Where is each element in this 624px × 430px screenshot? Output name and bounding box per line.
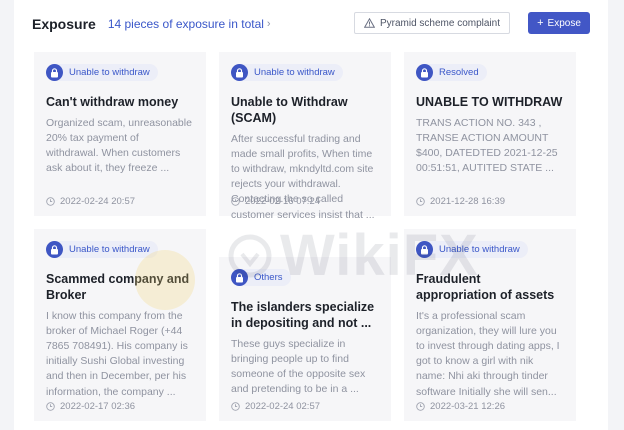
card-date-label: 2022-03-21 12:26 [430, 401, 506, 412]
card-body: It's a professional scam organization, t… [416, 309, 560, 398]
clock-icon [46, 402, 55, 411]
card-date-label: 2022-02-17 02:36 [60, 401, 136, 412]
clock-icon [46, 197, 55, 206]
lock-shield-icon [231, 64, 248, 81]
status-tag-label: Unable to withdraw [69, 244, 150, 255]
clock-icon [416, 402, 425, 411]
card-date: 2022-02-16 07:24 [231, 196, 320, 207]
card-date: 2022-02-24 20:57 [46, 196, 135, 207]
clock-icon [231, 197, 240, 206]
card-title: Can't withdraw money [46, 94, 179, 109]
status-tag: Unable to withdraw [416, 241, 528, 258]
exposure-card[interactable]: Unable to withdraw Fraudulent appropriat… [404, 229, 576, 421]
clock-icon [231, 402, 240, 411]
lock-shield-icon [416, 241, 433, 258]
expose-button-label: Expose [547, 17, 581, 29]
status-tag: Resolved [416, 64, 487, 81]
card-date-label: 2022-02-24 02:57 [245, 401, 321, 412]
exposure-header: Exposure 14 pieces of exposure in total … [32, 12, 590, 36]
lock-shield-icon [46, 64, 63, 81]
chevron-right-icon: › [266, 18, 271, 30]
card-body: TRANS ACTION NO. 343 , TRANSE ACTION AMO… [416, 116, 558, 175]
status-tag-label: Unable to withdraw [254, 67, 335, 78]
card-date: 2022-02-24 02:57 [231, 401, 320, 412]
card-body: Organized scam, unreasonable 20% tax pay… [46, 116, 192, 175]
card-title: Unable to Withdraw (SCAM) [231, 94, 348, 125]
complaint-button-label: Pyramid scheme complaint [379, 17, 500, 29]
lock-shield-icon [46, 241, 63, 258]
exposure-count-link[interactable]: 14 pieces of exposure in total › [108, 17, 271, 31]
status-tag: Others [231, 269, 291, 286]
exposure-card[interactable]: Unable to withdraw Scammed company and B… [34, 229, 206, 421]
card-title: The islanders specialize in depositing a… [231, 299, 375, 330]
plus-icon: + [537, 17, 544, 29]
section-title: Exposure [32, 16, 96, 32]
card-date: 2021-12-28 16:39 [416, 196, 505, 207]
card-body: These guys specialize in bringing people… [231, 337, 366, 396]
expose-button[interactable]: + Expose [528, 12, 590, 34]
lock-shield-icon [416, 64, 433, 81]
status-tag-label: Others [254, 272, 283, 283]
card-date-label: 2022-02-24 20:57 [60, 196, 136, 207]
status-tag: Unable to withdraw [46, 64, 158, 81]
warning-icon [363, 18, 375, 28]
card-title: Fraudulent appropriation of assets [416, 271, 555, 302]
card-title: UNABLE TO WITHDRAW [416, 94, 563, 109]
status-tag: Unable to withdraw [231, 64, 343, 81]
exposure-count-label: 14 pieces of exposure in total [107, 17, 264, 31]
card-body: After successful trading and made small … [231, 132, 375, 221]
status-tag-label: Unable to withdraw [439, 244, 520, 255]
card-date-label: 2022-02-16 07:24 [245, 196, 321, 207]
pyramid-complaint-button[interactable]: Pyramid scheme complaint [353, 12, 510, 34]
exposure-card[interactable]: Others The islanders specialize in depos… [219, 257, 391, 421]
exposure-card[interactable]: Unable to withdraw Can't withdraw money … [34, 52, 206, 216]
exposure-card[interactable]: Resolved UNABLE TO WITHDRAW TRANS ACTION… [404, 52, 576, 216]
status-tag-label: Unable to withdraw [69, 67, 150, 78]
card-date: 2022-02-17 02:36 [46, 401, 135, 412]
clock-icon [416, 197, 425, 206]
card-date: 2022-03-21 12:26 [416, 401, 505, 412]
exposure-card[interactable]: Unable to withdraw Unable to Withdraw (S… [219, 52, 391, 221]
card-date-label: 2021-12-28 16:39 [430, 196, 506, 207]
card-body: I know this company from the broker of M… [46, 309, 188, 398]
lock-shield-icon [231, 269, 248, 286]
status-tag: Unable to withdraw [46, 241, 158, 258]
card-title: Scammed company and Broker [46, 271, 190, 302]
status-tag-label: Resolved [439, 67, 479, 78]
